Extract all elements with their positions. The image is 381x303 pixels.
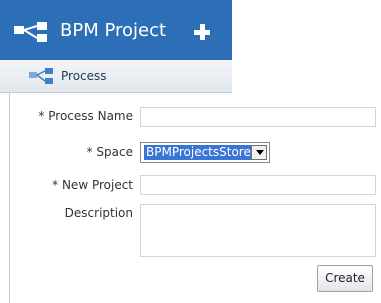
new-project-label: * New Project [52,178,133,192]
plus-icon[interactable] [194,24,210,40]
process-flow-icon [29,68,55,87]
create-button[interactable]: Create [317,265,373,292]
header-bar: BPM Project [0,0,232,60]
chevron-down-icon[interactable] [251,145,267,160]
description-label: Description [64,206,133,220]
space-selected-value: BPMProjectsStore [144,145,253,160]
create-process-form: * Process Name * Space BPMProjectsStore … [9,93,381,303]
description-textarea[interactable] [140,204,376,257]
page-title: BPM Project [60,20,167,41]
new-project-input[interactable] [140,175,376,195]
process-name-input[interactable] [140,107,376,127]
process-flow-icon [13,21,53,46]
process-name-label: * Process Name [38,109,133,123]
space-label: * Space [86,145,133,159]
tab-process[interactable]: Process [0,60,232,93]
space-select[interactable]: BPMProjectsStore [140,142,270,163]
tab-label: Process [61,69,107,83]
